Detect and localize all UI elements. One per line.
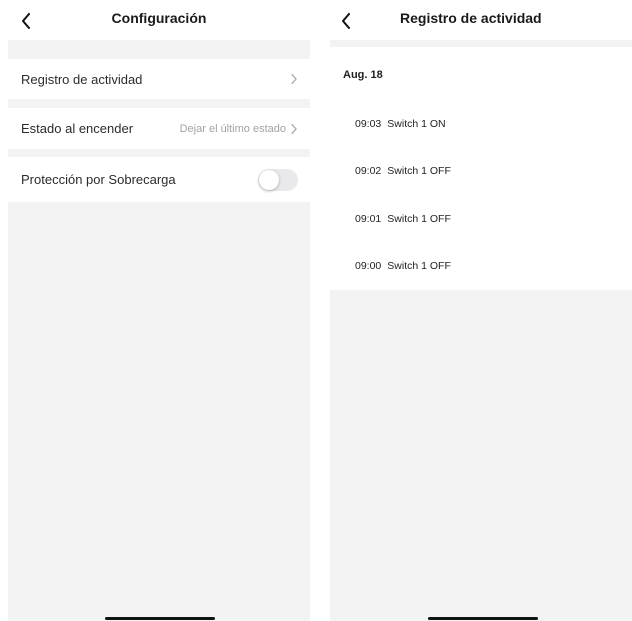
log-entry: 09:03 Switch 1 ON — [355, 118, 446, 130]
date-header: Aug. 18 — [343, 69, 383, 81]
page-title: Registro de actividad — [400, 10, 542, 26]
overload-protection-label: Protección por Sobrecarga — [21, 172, 176, 187]
activity-log-list: Aug. 18 09:03 Switch 1 ON 09:02 Switch 1 O… — [330, 47, 632, 290]
log-entry-time: 09:03 — [355, 118, 382, 130]
home-indicator — [428, 617, 538, 620]
settings-header: Configuración — [8, 0, 310, 40]
page-title: Configuración — [111, 10, 207, 26]
settings-screen: Configuración Registro de actividad Esta… — [8, 0, 310, 621]
overload-protection-toggle[interactable] — [258, 168, 298, 191]
overload-protection-row: Protección por Sobrecarga — [8, 157, 310, 202]
power-on-state-label: Estado al encender — [21, 121, 134, 136]
log-entry-time: 09:00 — [355, 260, 382, 272]
chevron-right-icon — [290, 123, 298, 135]
power-on-state-value: Dejar el último estado — [179, 122, 286, 135]
toggle-knob — [259, 169, 279, 190]
activity-log-label: Registro de actividad — [21, 71, 143, 87]
log-entry-event: Switch 1 OFF — [387, 165, 451, 177]
power-on-state-row[interactable]: Estado al encender Dejar el último estad… — [8, 108, 310, 149]
log-entry: 09:01 Switch 1 OFF — [355, 213, 451, 225]
home-indicator — [105, 617, 215, 620]
log-entry: 09:00 Switch 1 OFF — [355, 260, 451, 272]
log-entry-event: Switch 1 OFF — [387, 213, 451, 225]
log-entry-event: Switch 1 ON — [387, 118, 446, 130]
activity-log-screen: Registro de actividad Aug. 18 09:03 Switc… — [330, 0, 632, 621]
log-entry-time: 09:01 — [355, 213, 382, 225]
activity-log-row[interactable]: Registro de actividad — [8, 59, 310, 99]
log-entry-event: Switch 1 OFF — [387, 260, 451, 272]
chevron-right-icon — [290, 73, 298, 85]
back-chevron-icon[interactable] — [336, 11, 356, 31]
log-entry-time: 09:02 — [355, 165, 382, 177]
log-entry: 09:02 Switch 1 OFF — [355, 165, 451, 177]
activity-header: Registro de actividad — [330, 0, 632, 40]
